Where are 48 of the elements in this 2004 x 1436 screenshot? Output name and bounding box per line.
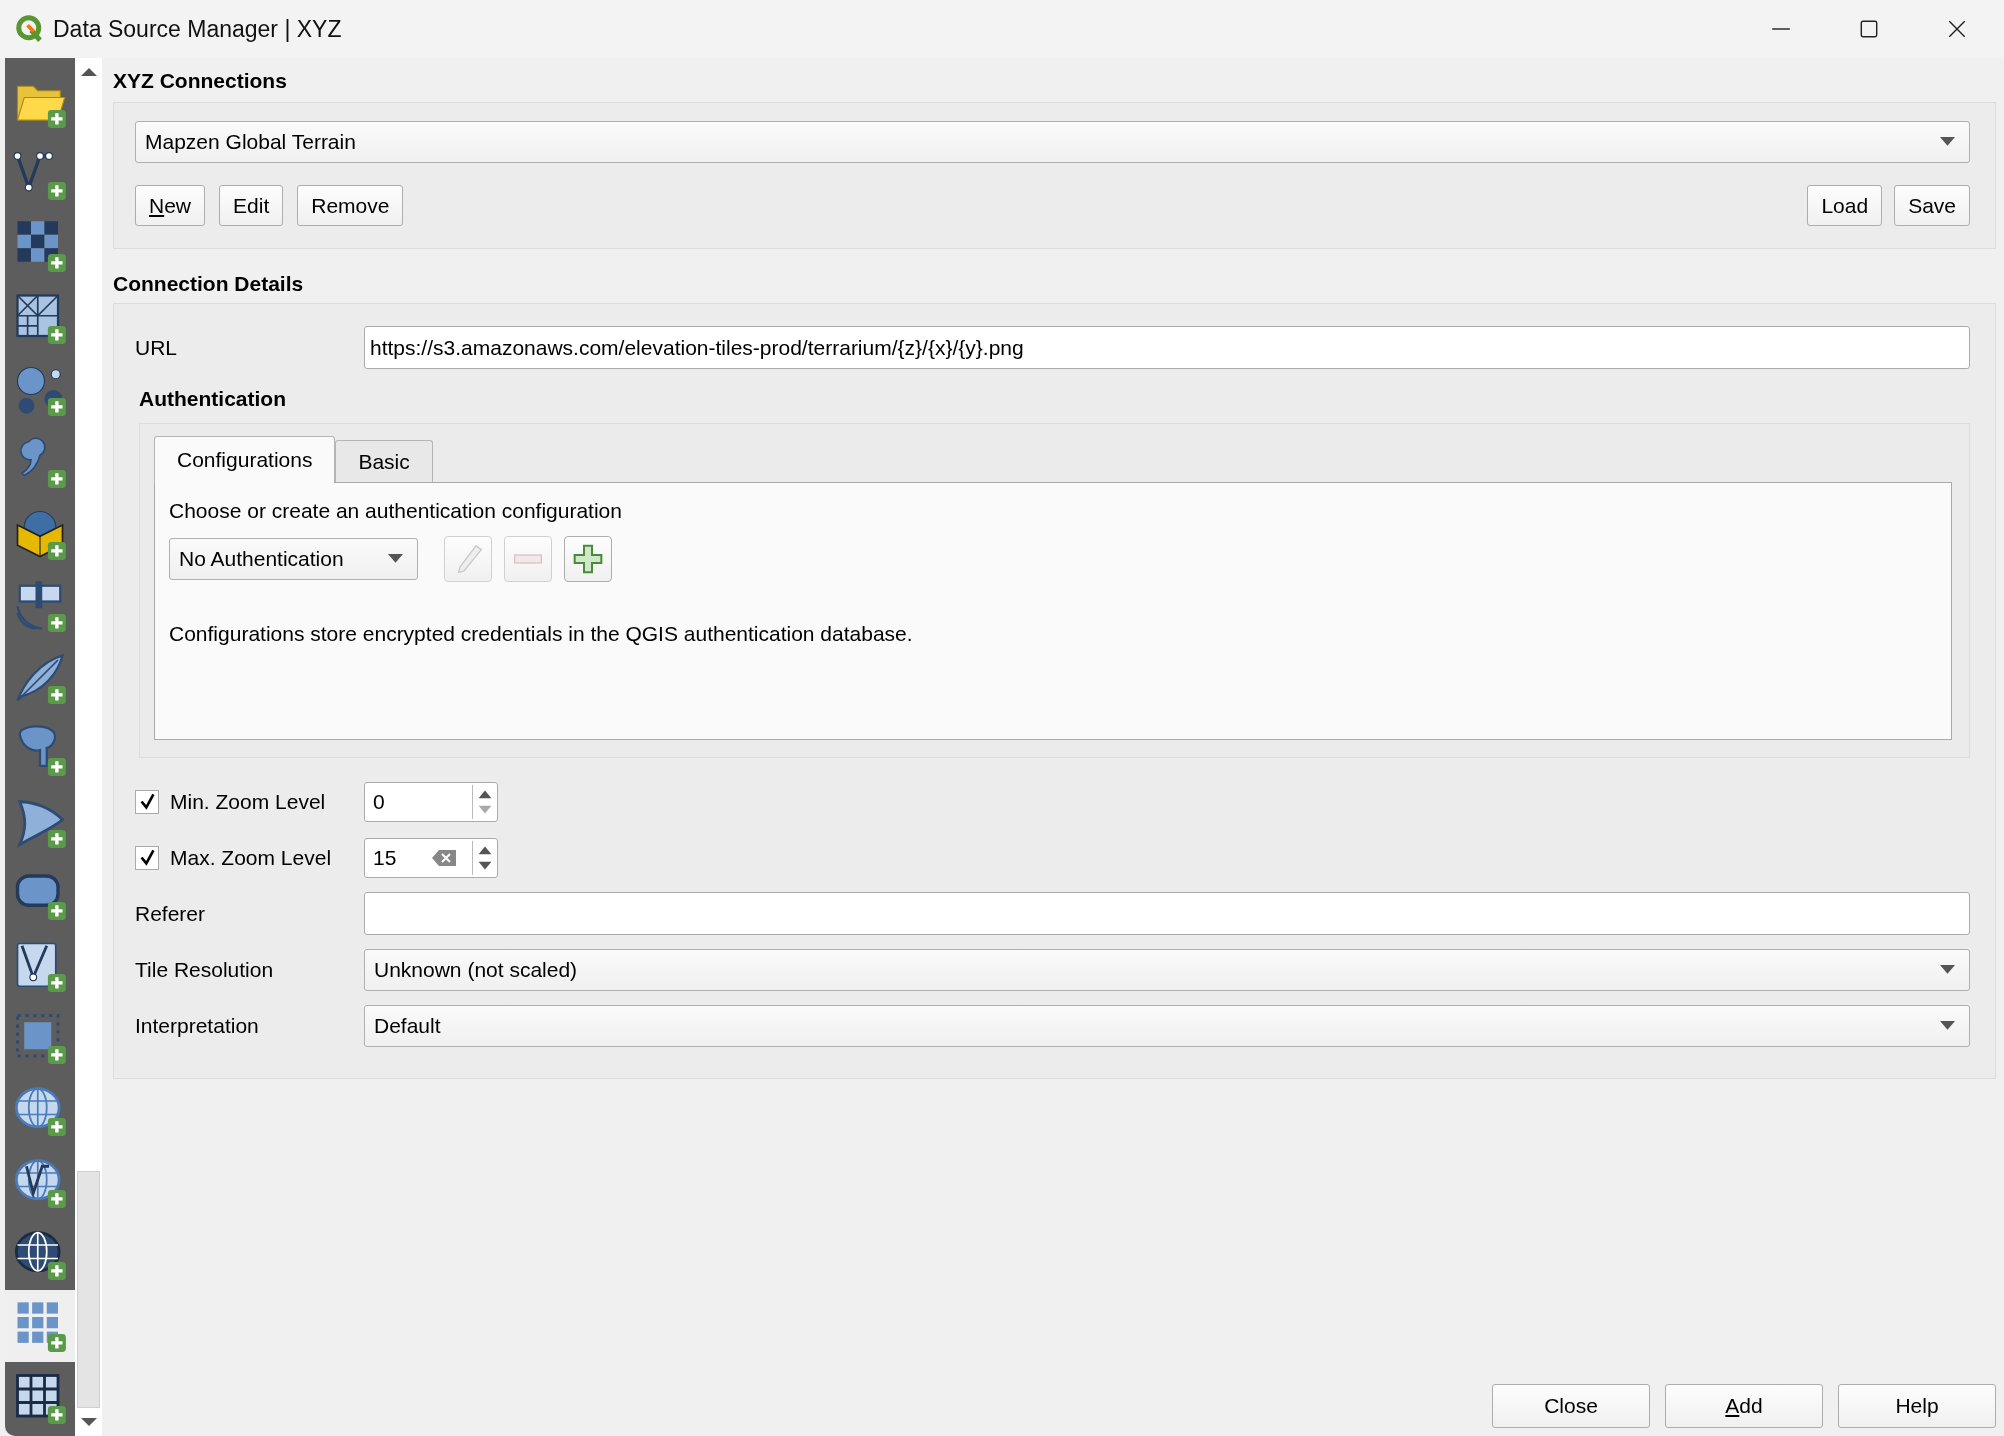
dialog-button[interactable]: Help xyxy=(1838,1384,1996,1428)
app-logo-icon xyxy=(15,14,45,44)
dialog-button[interactable]: Close xyxy=(1492,1384,1650,1428)
interpretation-dropdown[interactable]: Default xyxy=(364,1004,1970,1047)
field-label: URL xyxy=(135,335,178,360)
checkbox[interactable] xyxy=(135,845,159,870)
close-icon[interactable] xyxy=(1946,18,1968,40)
file-button[interactable]: Load xyxy=(1807,185,1883,226)
field-label: Referer xyxy=(135,901,207,926)
dialog-button[interactable]: Add xyxy=(1665,1384,1823,1428)
mesh-icon xyxy=(13,291,67,345)
section-heading: XYZ Connections xyxy=(113,69,288,93)
tile-resolution-dropdown[interactable]: Unknown (not scaled) xyxy=(364,948,1970,991)
tab[interactable]: Basic xyxy=(335,440,433,482)
note-text: Configurations store encrypted credentials in the QGIS authentication database. xyxy=(169,622,914,646)
prompt-text: Choose or create an authentication configuration xyxy=(169,499,623,523)
url-field[interactable]: https://s3.amazonaws.com/elevation-tiles-prod/terrarium/{z}/{x}/{y}.png xyxy=(364,326,1970,369)
referer-field[interactable] xyxy=(364,892,1970,935)
zoom-spinbox[interactable]: 15 xyxy=(364,837,498,878)
caret-icon xyxy=(1940,137,1955,147)
clear-icon[interactable] xyxy=(432,849,456,866)
scroll-bar[interactable] xyxy=(75,58,102,1436)
satellite-icon xyxy=(13,579,67,633)
checkbox-label: Min. Zoom Level xyxy=(170,789,326,814)
checkbox-label: Max. Zoom Level xyxy=(170,845,332,870)
tab[interactable]: Configurations xyxy=(154,436,336,483)
dotted-square-icon xyxy=(13,1011,67,1065)
caret-icon xyxy=(1940,1020,1955,1031)
add-button[interactable] xyxy=(564,536,612,582)
plus-icon xyxy=(572,543,604,575)
connection-dropdown[interactable]: Mapzen Global Terrain xyxy=(135,121,1970,163)
field-label: Tile Resolution xyxy=(135,957,275,982)
field-label: Interpretation xyxy=(135,1013,260,1038)
connection-button[interactable]: Edit xyxy=(219,185,284,226)
checkbox[interactable] xyxy=(135,789,159,814)
section-heading: Authentication xyxy=(139,387,287,411)
caret-icon xyxy=(1940,964,1955,975)
maximize-icon[interactable] xyxy=(1858,18,1880,40)
section-heading: Connection Details xyxy=(113,272,305,296)
grid-icon xyxy=(13,1371,67,1425)
connection-button[interactable]: New xyxy=(135,185,206,226)
zoom-spinbox[interactable]: 0 xyxy=(364,781,498,822)
caret-icon xyxy=(388,554,403,564)
authentication-dropdown[interactable]: No Authentication xyxy=(169,538,418,580)
scroll-thumb[interactable] xyxy=(77,1171,100,1408)
window-title: Data Source Manager | XYZ xyxy=(53,15,342,43)
connection-button[interactable]: Remove xyxy=(297,185,404,226)
file-button[interactable]: Save xyxy=(1894,185,1970,226)
